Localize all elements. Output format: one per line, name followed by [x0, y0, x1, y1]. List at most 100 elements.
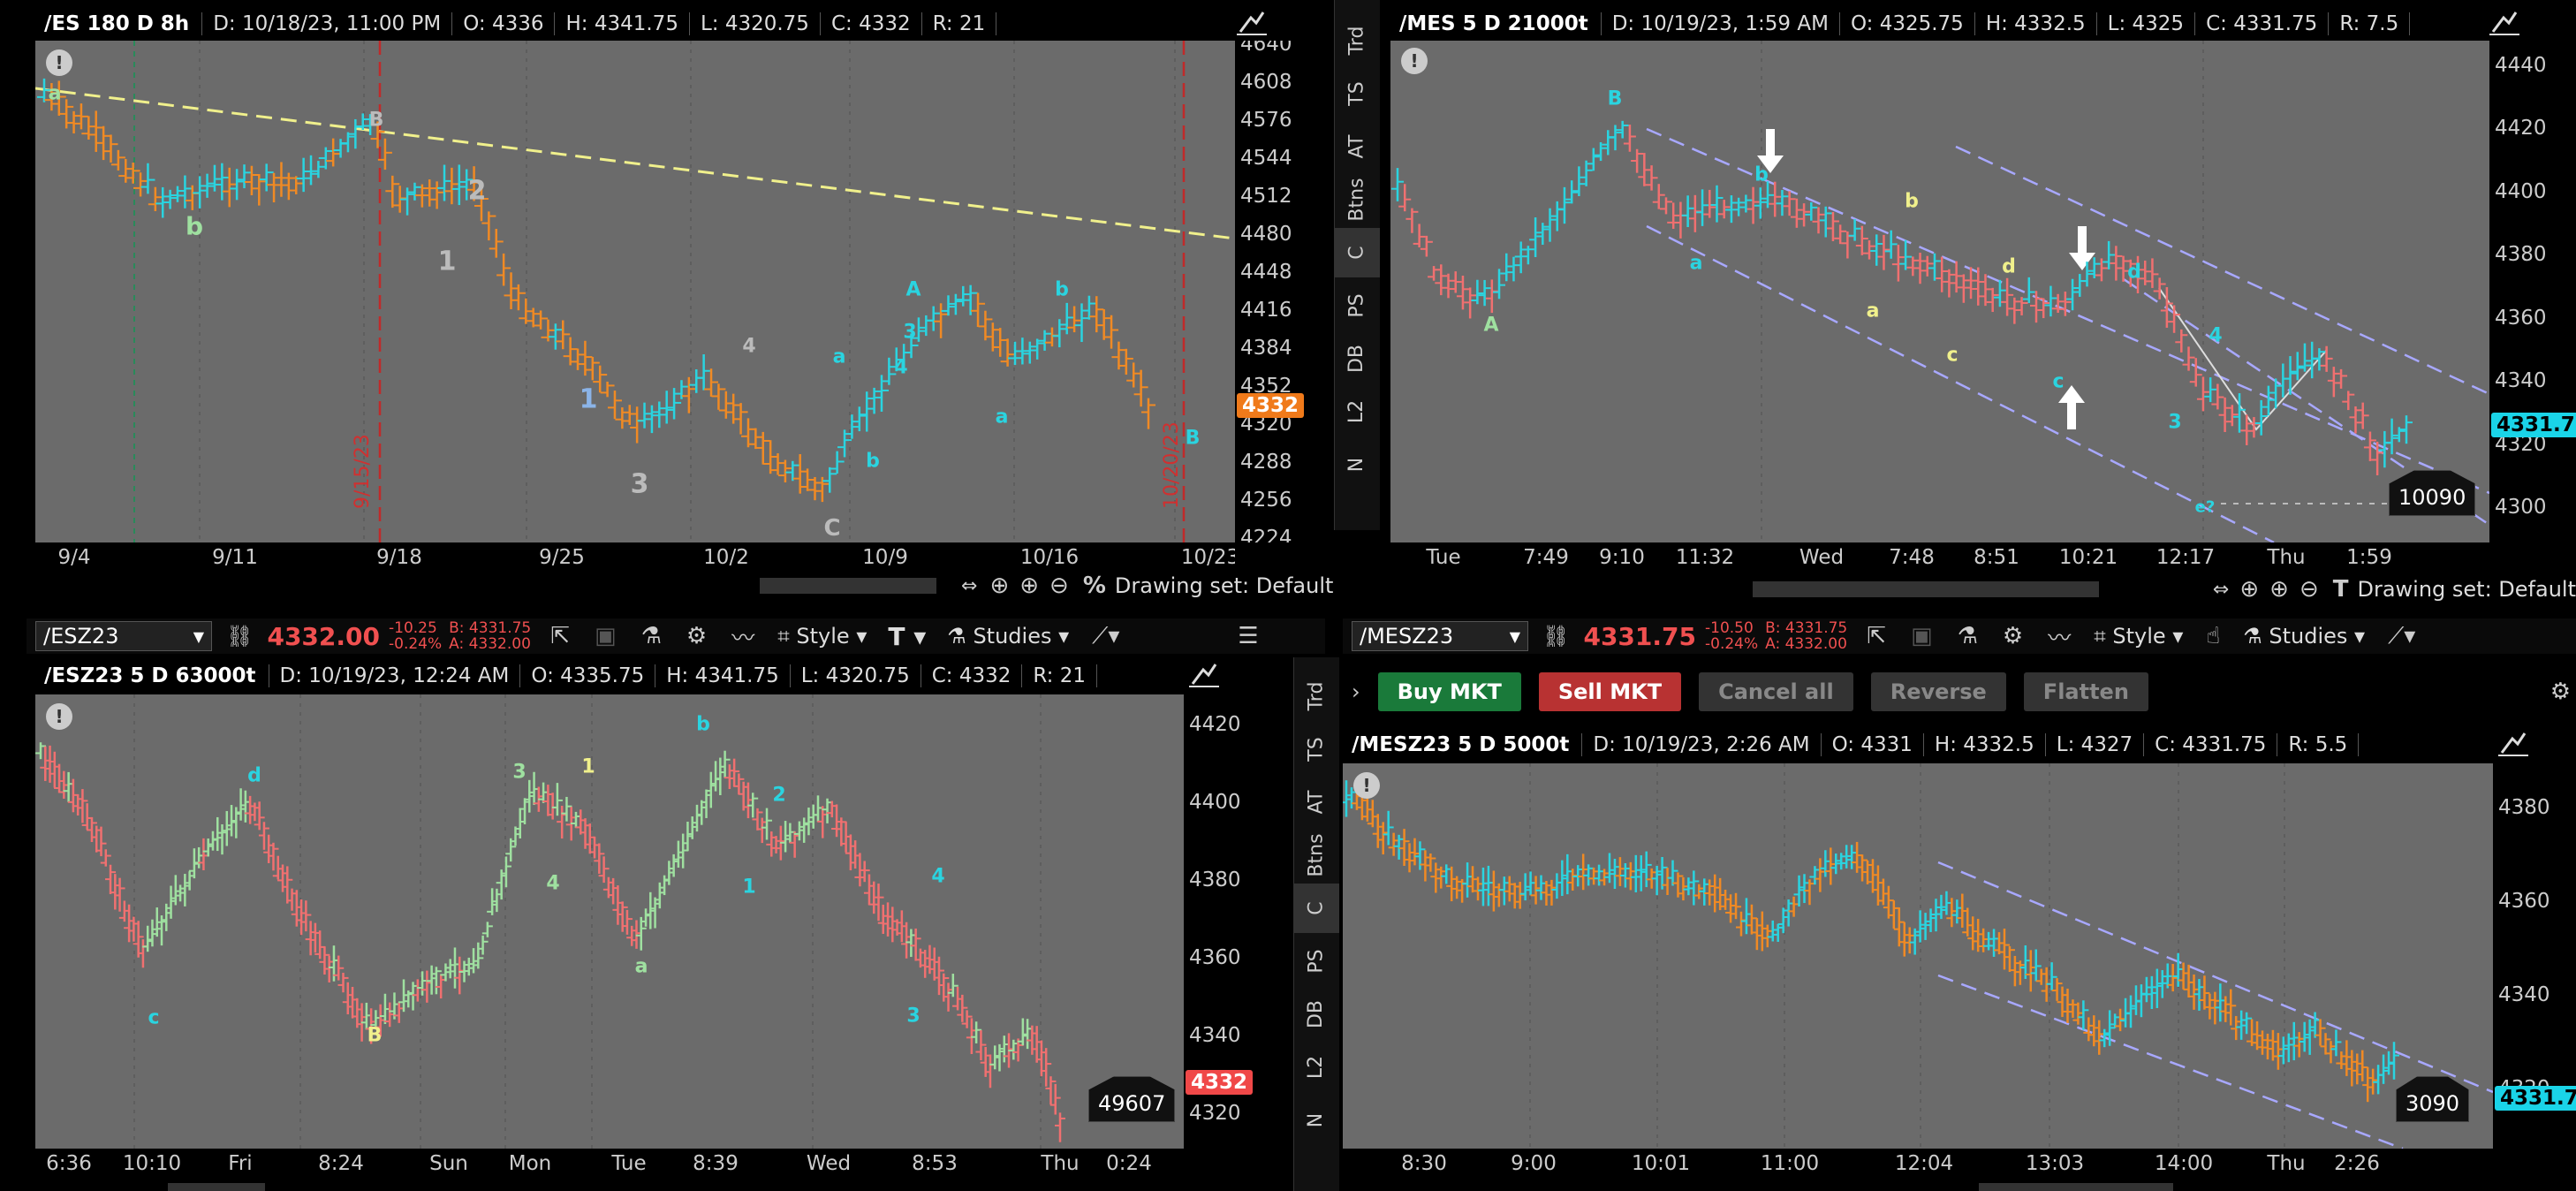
- symbol-selector[interactable]: /ESZ23 ▼: [35, 621, 212, 651]
- chevron-right-icon[interactable]: ›: [1352, 679, 1360, 704]
- toolstrip-tab-c[interactable]: C: [1294, 884, 1339, 933]
- crosshair-icon[interactable]: ⊕: [989, 573, 1009, 599]
- toolstrip-tab-ps[interactable]: PS: [1294, 937, 1339, 986]
- zoom-in-icon[interactable]: ⊕: [1019, 573, 1039, 599]
- hand-icon[interactable]: ☝: [2206, 623, 2220, 649]
- time-axis[interactable]: 8:30 9:00 10:01 11:00 12:04 13:03 14:00 Thu 2:26: [1343, 1149, 2493, 1180]
- drawing-tool-icon[interactable]: [1189, 661, 1219, 687]
- scrollbar-thumb[interactable]: [760, 578, 936, 594]
- toolstrip-tab-db[interactable]: DB: [1335, 334, 1380, 383]
- toolstrip-tab-btns[interactable]: Btns: [1335, 175, 1380, 224]
- menu-icon[interactable]: ☰: [1238, 623, 1258, 649]
- symbol-selector[interactable]: /MESZ23 ▼: [1352, 621, 1528, 651]
- share-icon[interactable]: ⇱: [550, 623, 570, 649]
- drawing-tool-icon[interactable]: [2489, 9, 2519, 35]
- drawing-set[interactable]: Drawing set: Default: [2357, 577, 2576, 602]
- gear-icon[interactable]: ⚙: [2550, 679, 2571, 705]
- chart-symbol[interactable]: /ESZ23 5 D 63000t: [35, 664, 269, 687]
- chart-symbol[interactable]: /ES 180 D 8h: [35, 12, 203, 35]
- price-plot[interactable]: !: [1343, 763, 2493, 1149]
- toolstrip-tab-n[interactable]: N: [1335, 440, 1380, 489]
- percent-icon[interactable]: %: [1083, 573, 1106, 599]
- expand-icon[interactable]: ⇔: [2213, 579, 2229, 601]
- time-axis[interactable]: 6:36 10:10 Fri 8:24 Sun Mon Tue 8:39 Wed 8:53 Thu 0…: [35, 1149, 1184, 1180]
- alert-icon[interactable]: !: [46, 703, 72, 730]
- time-tick-label: 9:10: [1599, 546, 1645, 569]
- text-tool-icon[interactable]: T ▾: [888, 622, 926, 651]
- gear-icon[interactable]: ⚙: [2003, 623, 2023, 649]
- alert-icon[interactable]: !: [1353, 772, 1380, 799]
- last-price: 4332.00: [267, 621, 380, 651]
- drawing-set[interactable]: Drawing set: Default: [1115, 573, 1334, 598]
- toolstrip-tab-l2[interactable]: L2: [1294, 1043, 1339, 1092]
- cancel-all-button[interactable]: Cancel all: [1699, 672, 1853, 711]
- chart-symbol[interactable]: /MES 5 D 21000t: [1390, 12, 1602, 35]
- style-menu[interactable]: ⌗ Style ▾: [2094, 624, 2183, 649]
- buy-market-button[interactable]: Buy MKT: [1377, 672, 1521, 711]
- sell-market-button[interactable]: Sell MKT: [1538, 672, 1682, 711]
- gear-icon[interactable]: ⚙: [686, 623, 707, 649]
- price-tick-label: 4400: [2495, 179, 2547, 203]
- toolstrip-tab-ts[interactable]: TS: [1294, 724, 1339, 774]
- price-axis[interactable]: 43804360434043204331.75: [2493, 763, 2576, 1149]
- zoom-out-icon[interactable]: ⊖: [2299, 576, 2319, 603]
- zoom-out-icon[interactable]: ⊖: [1049, 573, 1069, 599]
- drawing-tool-icon[interactable]: ⟋▾: [1092, 623, 1119, 650]
- wave-label: b: [866, 450, 880, 473]
- reverse-button[interactable]: Reverse: [1870, 672, 2006, 711]
- toolstrip-tab-trd[interactable]: Trd: [1294, 671, 1339, 721]
- price-plot[interactable]: ! B A a b b a c d c d 4 3 e?: [1390, 41, 2489, 542]
- toolstrip-tab-ts[interactable]: TS: [1335, 69, 1380, 118]
- drawing-tool-icon[interactable]: ⟋▾: [2388, 623, 2415, 650]
- toolstrip-tab-n[interactable]: N: [1294, 1096, 1339, 1145]
- time-axis[interactable]: 9/4 9/11 9/18 9/25 10/2 10/9 10/16 10/23: [35, 542, 1235, 574]
- toolstrip-tab-trd[interactable]: Trd: [1335, 16, 1380, 65]
- studies-menu[interactable]: ⚗ Studies ▾: [2243, 624, 2365, 649]
- flask-icon[interactable]: ⚗: [641, 623, 662, 649]
- toolstrip-tab-at[interactable]: AT: [1294, 778, 1339, 827]
- toolstrip-tab-l2[interactable]: L2: [1335, 387, 1380, 436]
- chart-scroll-bar[interactable]: ⇔ ⊕ ⊕ ⊖ T Drawing set: Default: [1390, 576, 2576, 603]
- alert-icon[interactable]: !: [46, 49, 72, 76]
- chart-symbol[interactable]: /MESZ23 5 D 5000t: [1343, 733, 1583, 756]
- price-plot[interactable]: ! a b B 2 1 1 3 4 C a b A 3 4 a b B 9/15…: [35, 41, 1235, 542]
- crosshair-icon[interactable]: ⊕: [2239, 576, 2259, 603]
- time-axis[interactable]: Tue 7:49 9:10 11:32 Wed 7:48 8:51 10:21 12:17 Thu…: [1390, 542, 2489, 574]
- pulse-icon[interactable]: 〰: [731, 620, 754, 653]
- wave-label: B: [368, 109, 384, 132]
- alert-icon[interactable]: !: [1401, 48, 1428, 74]
- drawing-tool-icon[interactable]: [2498, 730, 2528, 756]
- toolstrip-tab-c[interactable]: C: [1335, 228, 1380, 277]
- expand-icon[interactable]: ⇔: [961, 575, 977, 597]
- toolstrip-tab-ps[interactable]: PS: [1335, 281, 1380, 330]
- toolstrip-tab-db[interactable]: DB: [1294, 990, 1339, 1039]
- flatten-button[interactable]: Flatten: [2023, 672, 2148, 711]
- chart-scroll-bar[interactable]: ⇔ ⊕ ⊕ ⊖ % Drawing set: Default: [35, 573, 1334, 599]
- chart-panel-mes-21000t: /MES 5 D 21000t D: 10/19/23, 1:59 AM O: …: [1382, 0, 2576, 606]
- drawing-tool-icon[interactable]: [1237, 9, 1267, 35]
- price-axis[interactable]: 4420 4400 4380 4360 4340 4320 4332: [1184, 694, 1293, 1149]
- chart-scroll-bar[interactable]: [35, 1180, 1290, 1191]
- snapshot-icon[interactable]: ▣: [595, 623, 617, 649]
- toolstrip-tab-btns[interactable]: Btns: [1294, 831, 1339, 880]
- scrollbar-thumb[interactable]: [1753, 581, 2100, 597]
- bar-range: R: 21: [1022, 664, 1097, 687]
- flask-icon[interactable]: ⚗: [1958, 623, 1978, 649]
- link-icon[interactable]: ⛓: [1542, 624, 1569, 649]
- toolstrip-tab-at[interactable]: AT: [1335, 122, 1380, 171]
- studies-menu[interactable]: ⚗ Studies ▾: [947, 624, 1069, 649]
- share-icon[interactable]: ⇱: [1867, 623, 1886, 649]
- wave-label: B: [367, 1024, 383, 1047]
- scrollbar-thumb[interactable]: [1979, 1183, 2173, 1191]
- chart-scroll-bar[interactable]: [1343, 1180, 2576, 1191]
- price-axis[interactable]: 444044204400438043604340432043004331.75: [2489, 41, 2576, 542]
- text-tool-icon[interactable]: T: [2333, 576, 2349, 603]
- zoom-in-icon[interactable]: ⊕: [2269, 576, 2289, 603]
- link-icon[interactable]: ⛓: [226, 624, 253, 649]
- price-axis[interactable]: 4640 4608 4576 4544 4512 4480 4448 4416 4384 4352…: [1235, 41, 1334, 542]
- price-plot[interactable]: ! c d B 3 4 1 a b 1 2 4 3: [35, 694, 1184, 1149]
- snapshot-icon[interactable]: ▣: [1911, 623, 1933, 649]
- scrollbar-thumb[interactable]: [168, 1183, 265, 1191]
- style-menu[interactable]: ⌗ Style ▾: [777, 624, 867, 649]
- pulse-icon[interactable]: 〰: [2048, 620, 2071, 653]
